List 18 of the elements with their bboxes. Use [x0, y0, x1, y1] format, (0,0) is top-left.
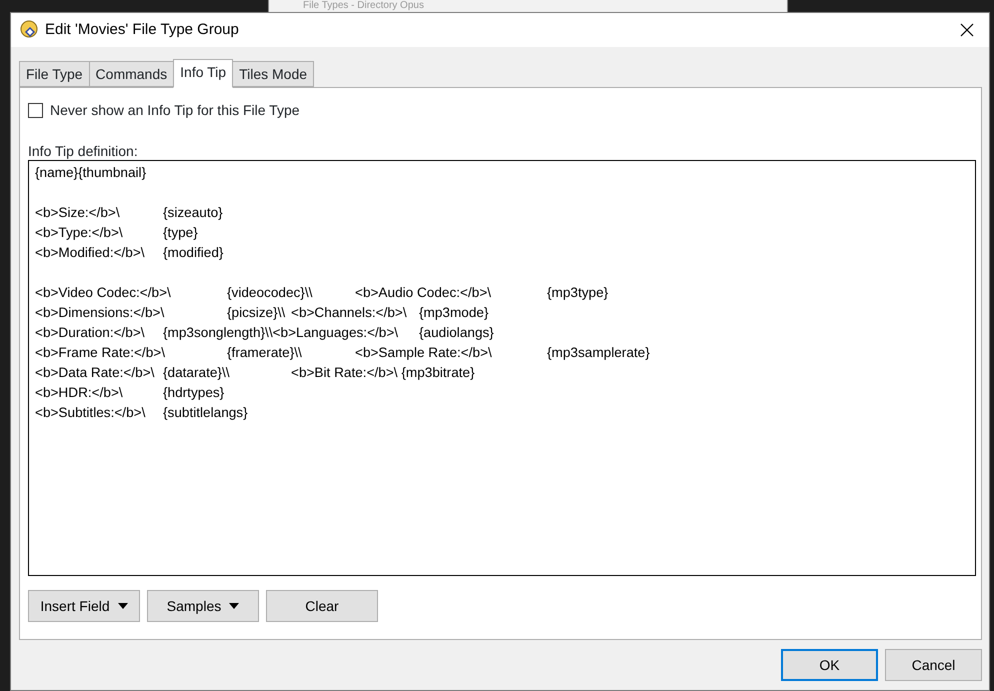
dropdown-button[interactable]: Samples	[147, 590, 259, 622]
dialog-button[interactable]: Cancel	[885, 649, 982, 681]
window-title: Edit 'Movies' File Type Group	[45, 20, 239, 40]
tab[interactable]: Commands	[88, 61, 174, 87]
info-tip-definition-field[interactable]: {name}{thumbnail} <b>Size:</b>\ {sizeauto} <b>Type:</b>\ {type} <b>Modified:</b>\ {modified} <b>Video Codec:</b>\ {videocodec}\\ <b>Audio Codec:</b>\ {mp3type} <b>Dimensions:</b>\ {picsize}\\ <b>Channels:</b>\ {mp3mode} <b>Duration:</b>\ {mp3songlength}\\<b>Languages:</b>\ {audiolangs} <b>Frame Rate:</b>\ {framerate}\\ <b>Sample Rate:</b>\ {mp3samplerate} <b>Data Rate:</b>\ {datarate}\\ <b>Bit Rate:</b>\ {mp3bitrate} <b>HDR:</b>\ {hdrtypes} <b>Subtitles:</b>\ {subtitlelangs}	[28, 160, 976, 576]
dialog-button[interactable]: OK	[781, 649, 878, 681]
clear-button[interactable]: Clear	[266, 590, 378, 622]
caret-icon	[229, 603, 240, 609]
definition-label: Info Tip definition:	[28, 142, 139, 160]
checkbox[interactable]	[28, 102, 43, 118]
tab[interactable]: Tiles Mode	[232, 61, 314, 87]
close-icon	[960, 23, 974, 37]
dropdown-button[interactable]: Insert Field	[28, 590, 140, 622]
caret-icon	[118, 603, 128, 609]
tab[interactable]: Info Tip	[173, 59, 234, 88]
tab[interactable]: File Type	[19, 61, 90, 87]
app-icon	[19, 20, 39, 40]
checkbox-label: Never show an Info Tip for this File Type	[50, 100, 300, 120]
